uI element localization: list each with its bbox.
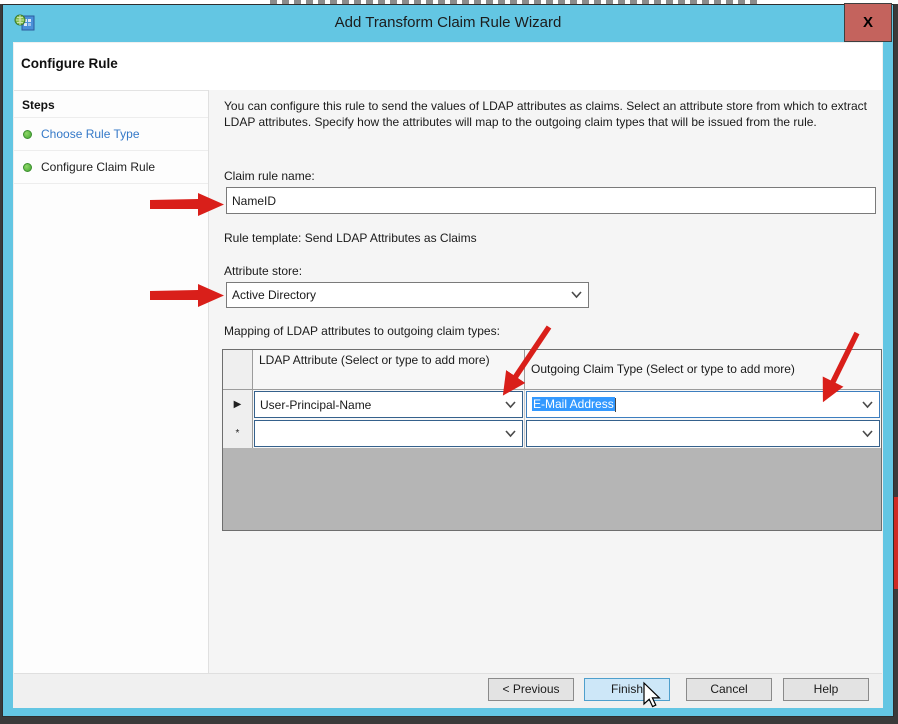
mapping-table: LDAP Attribute (Select or type to add mo… xyxy=(222,349,882,531)
divider xyxy=(208,90,209,673)
finish-button[interactable]: Finish xyxy=(584,678,670,701)
page-title: Configure Rule xyxy=(21,56,118,71)
outgoing-claim-cell xyxy=(525,419,881,448)
ldap-attribute-value: User-Principal-Name xyxy=(255,398,371,412)
wizard-dialog: Add Transform Claim Rule Wizard X Config… xyxy=(2,4,894,717)
table-header-row: LDAP Attribute (Select or type to add mo… xyxy=(223,350,881,390)
row-selector-header xyxy=(223,350,253,389)
claim-rule-name-input[interactable] xyxy=(226,187,876,214)
sidebar-item-choose-rule-type[interactable]: Choose Rule Type xyxy=(14,118,208,151)
background-artifact xyxy=(894,497,898,589)
table-row: ▶ User-Principal-Name E-Mail Address xyxy=(223,390,881,419)
attribute-store-value: Active Directory xyxy=(227,288,316,302)
current-row-indicator: ▶ xyxy=(223,390,253,419)
new-row-marker-icon: * xyxy=(236,428,240,439)
step-complete-icon xyxy=(23,130,32,139)
outgoing-claim-select[interactable]: E-Mail Address xyxy=(526,391,880,418)
ldap-attribute-column-header: LDAP Attribute (Select or type to add mo… xyxy=(253,350,525,389)
step-label: Configure Claim Rule xyxy=(41,160,155,174)
attribute-store-label: Attribute store: xyxy=(224,264,302,278)
rule-description-text: You can configure this rule to send the … xyxy=(224,98,869,130)
chevron-down-icon xyxy=(505,430,516,438)
ldap-attribute-cell: User-Principal-Name xyxy=(253,390,525,419)
steps-sidebar: Steps Choose Rule Type Configure Claim R… xyxy=(14,90,208,673)
cancel-button[interactable]: Cancel xyxy=(686,678,772,701)
help-button[interactable]: Help xyxy=(783,678,869,701)
close-button[interactable]: X xyxy=(844,3,892,42)
ldap-attribute-select[interactable]: User-Principal-Name xyxy=(254,391,523,418)
previous-button[interactable]: < Previous xyxy=(488,678,574,701)
chevron-down-icon xyxy=(862,430,873,438)
dialog-client-area: Configure Rule Steps Choose Rule Type Co… xyxy=(13,42,883,708)
chevron-down-icon xyxy=(505,401,516,409)
chevron-down-icon xyxy=(862,401,873,409)
rule-template-text: Rule template: Send LDAP Attributes as C… xyxy=(224,231,477,245)
titlebar[interactable]: Add Transform Claim Rule Wizard X xyxy=(3,5,893,42)
attribute-store-select[interactable]: Active Directory xyxy=(226,282,589,308)
text-caret xyxy=(615,398,616,412)
outgoing-claim-select-empty[interactable] xyxy=(526,420,880,447)
step-label: Choose Rule Type xyxy=(41,127,140,141)
new-row-indicator: * xyxy=(223,419,253,448)
ldap-attribute-cell xyxy=(253,419,525,448)
outgoing-claim-column-header: Outgoing Claim Type (Select or type to a… xyxy=(525,350,881,389)
claim-rule-name-label: Claim rule name: xyxy=(224,169,315,183)
steps-header: Steps xyxy=(14,91,208,118)
sidebar-item-configure-claim-rule[interactable]: Configure Claim Rule xyxy=(14,151,208,184)
chevron-down-icon xyxy=(571,291,582,299)
table-row-new: * xyxy=(223,419,881,448)
outgoing-claim-cell: E-Mail Address xyxy=(525,390,881,419)
window-title: Add Transform Claim Rule Wizard xyxy=(3,14,893,31)
ldap-attribute-select-empty[interactable] xyxy=(254,420,523,447)
step-complete-icon xyxy=(23,163,32,172)
row-marker-icon: ▶ xyxy=(234,399,242,410)
button-bar: < Previous Finish Cancel Help xyxy=(14,673,882,707)
outgoing-claim-value: E-Mail Address xyxy=(532,397,615,411)
mapping-label: Mapping of LDAP attributes to outgoing c… xyxy=(224,324,500,338)
